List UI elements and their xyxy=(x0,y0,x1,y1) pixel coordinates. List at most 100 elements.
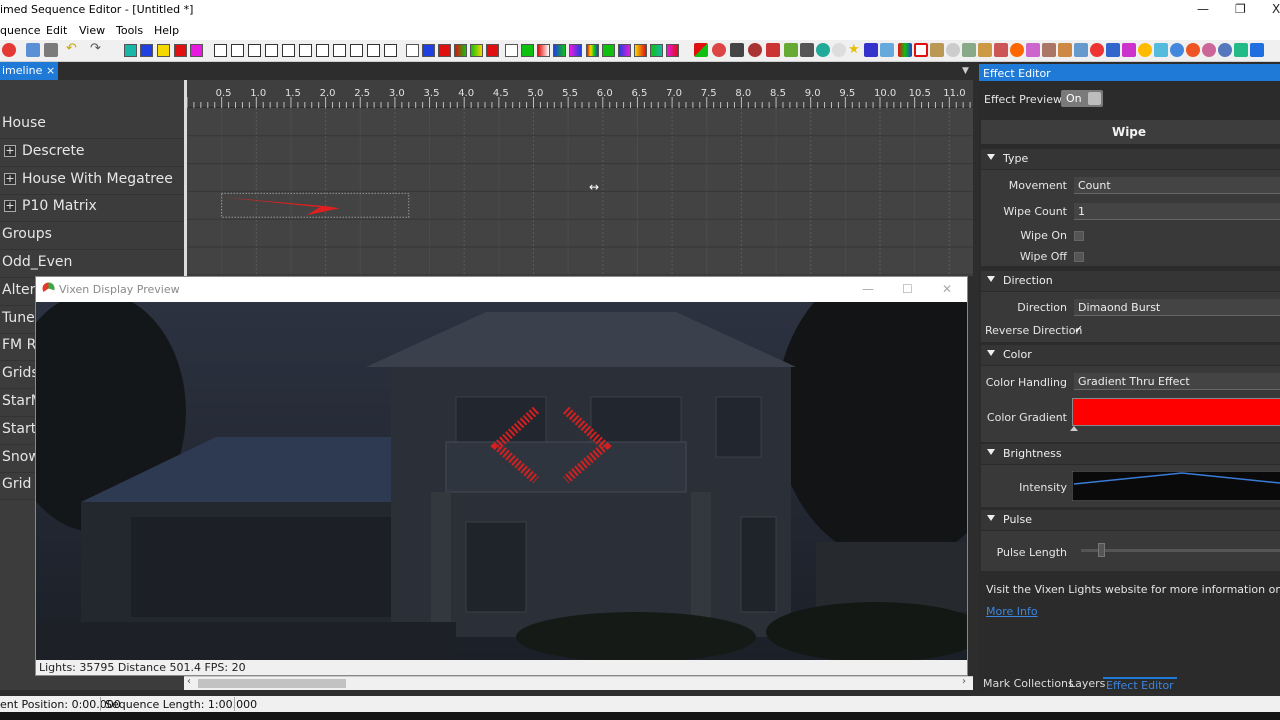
section-direction-header[interactable]: Direction xyxy=(981,271,1280,291)
color-gradient-swatch[interactable] xyxy=(1072,398,1280,426)
effect-icon[interactable] xyxy=(832,43,846,57)
tools-icon[interactable] xyxy=(44,43,58,57)
effect-icon[interactable] xyxy=(712,43,726,57)
gradient-preset-green[interactable] xyxy=(521,44,534,57)
gradient-preset-blue[interactable] xyxy=(422,44,435,57)
color-swatch-yellow[interactable] xyxy=(157,44,170,57)
intensity-curve[interactable] xyxy=(1072,471,1280,501)
preview-title-bar[interactable]: Vixen Display Preview — ☐ ✕ xyxy=(36,277,967,302)
effect-icon[interactable] xyxy=(1026,43,1040,57)
section-pulse-header[interactable]: Pulse xyxy=(981,510,1280,530)
effect-icon[interactable] xyxy=(1122,43,1136,57)
color-swatch-red[interactable] xyxy=(174,44,187,57)
effect-icon[interactable] xyxy=(1170,43,1184,57)
curve-preset-icon[interactable] xyxy=(248,44,261,57)
redo-icon[interactable]: ↷ xyxy=(90,42,104,57)
row-label[interactable]: Tune xyxy=(2,310,35,326)
expand-plus-icon[interactable]: + xyxy=(4,144,16,157)
gradient-preset-red2[interactable] xyxy=(486,44,499,57)
menu-sequence[interactable]: quence xyxy=(0,24,41,37)
row-label[interactable]: Grids xyxy=(2,365,39,381)
scroll-thumb[interactable] xyxy=(198,679,346,688)
gradient-preset-red[interactable] xyxy=(438,44,451,57)
effect-icon[interactable] xyxy=(1138,43,1152,57)
gradient-preset-greenteal[interactable] xyxy=(650,44,663,57)
gradient-preset-rainbow[interactable] xyxy=(586,44,599,57)
menu-help[interactable]: Help xyxy=(154,24,179,37)
wipe-on-checkbox[interactable] xyxy=(1074,231,1084,241)
effect-icon[interactable] xyxy=(730,43,744,57)
row-label[interactable]: Grid xyxy=(2,476,31,492)
expand-plus-icon[interactable]: + xyxy=(4,200,16,213)
curve-preset-icon[interactable] xyxy=(214,44,227,57)
color-swatch-blue[interactable] xyxy=(140,44,153,57)
preview-minimize-button[interactable]: — xyxy=(862,282,874,296)
gradient-preset-bluegreen[interactable] xyxy=(553,44,566,57)
tab-close-icon[interactable]: × xyxy=(46,64,55,77)
time-ruler[interactable]: 0.5 1.0 1.5 2.0 2.5 3.0 3.5 4.0 4.5 5.0 5.5 6.0 6.5 7… xyxy=(187,80,973,108)
effect-icon[interactable] xyxy=(1154,43,1168,57)
effect-icon[interactable] xyxy=(978,43,992,57)
curve-preset-icon[interactable] xyxy=(231,44,244,57)
effect-icon[interactable] xyxy=(880,43,894,57)
close-button[interactable]: X xyxy=(1272,2,1280,16)
gradient-preset-magentared[interactable] xyxy=(666,44,679,57)
scroll-right-icon[interactable]: › xyxy=(962,676,966,687)
effect-icon[interactable] xyxy=(784,43,798,57)
chevron-down-icon[interactable]: ▼ xyxy=(962,66,969,76)
row-label[interactable]: P10 Matrix xyxy=(22,198,97,214)
row-label[interactable]: House With Megatree xyxy=(22,171,173,187)
effect-icon[interactable] xyxy=(914,43,928,57)
effect-icon[interactable] xyxy=(1042,43,1056,57)
curve-preset-icon[interactable] xyxy=(367,44,380,57)
preview-close-button[interactable]: ✕ xyxy=(942,282,952,296)
pulse-length-slider-thumb[interactable] xyxy=(1098,543,1105,557)
gradient-preset-redwhite[interactable] xyxy=(537,44,550,57)
effect-icon[interactable] xyxy=(898,43,912,57)
curve-preset-icon[interactable] xyxy=(333,44,346,57)
curve-preset-icon[interactable] xyxy=(299,44,312,57)
effect-icon[interactable] xyxy=(994,43,1008,57)
row-label[interactable]: Descrete xyxy=(22,143,85,159)
scroll-left-icon[interactable]: ‹ xyxy=(187,676,191,687)
gradient-preset-redgreen[interactable] xyxy=(454,44,467,57)
preview-canvas[interactable] xyxy=(36,302,967,660)
effect-icon[interactable] xyxy=(962,43,976,57)
effect-icon[interactable] xyxy=(816,43,830,57)
timeline-horizontal-scrollbar[interactable]: ‹ › xyxy=(184,676,973,690)
more-info-link[interactable]: More Info xyxy=(986,605,1038,618)
minimize-button[interactable]: — xyxy=(1197,2,1209,16)
effect-icon[interactable] xyxy=(1010,43,1024,57)
tab-mark-collections[interactable]: Mark Collections xyxy=(983,677,1074,690)
effect-preview-toggle[interactable]: On xyxy=(1061,90,1103,107)
gradient-preset-white[interactable] xyxy=(406,44,419,57)
effect-icon[interactable] xyxy=(1058,43,1072,57)
undo-icon[interactable]: ↶ xyxy=(66,42,80,57)
effect-icon[interactable] xyxy=(946,43,960,57)
section-type-header[interactable]: Type xyxy=(981,149,1280,169)
effect-icon[interactable] xyxy=(1090,43,1104,57)
tab-effect-editor[interactable]: Effect Editor xyxy=(1103,677,1177,692)
row-label[interactable]: House xyxy=(2,115,46,131)
display-preview-window[interactable]: Vixen Display Preview — ☐ ✕ Lights: 3579… xyxy=(35,276,968,676)
effect-icon[interactable] xyxy=(1234,43,1248,57)
direction-select[interactable]: Dimaond Burst xyxy=(1074,299,1280,316)
effect-icon[interactable] xyxy=(694,43,708,57)
effect-icon[interactable] xyxy=(1186,43,1200,57)
menu-view[interactable]: View xyxy=(79,24,105,37)
reverse-direction-checkbox[interactable]: ✓ xyxy=(1074,323,1083,336)
row-label[interactable]: Odd_Even xyxy=(2,254,72,270)
tab-layers[interactable]: Layers xyxy=(1069,677,1105,690)
effect-icon[interactable] xyxy=(748,43,762,57)
section-color-header[interactable]: Color xyxy=(981,345,1280,365)
menu-tools[interactable]: Tools xyxy=(116,24,143,37)
curve-preset-icon[interactable] xyxy=(384,44,397,57)
gradient-preset-bluepurple[interactable] xyxy=(618,44,631,57)
effect-icon[interactable] xyxy=(1202,43,1216,57)
effect-icon[interactable] xyxy=(1074,43,1088,57)
effect-icon[interactable] xyxy=(864,43,878,57)
effect-icon[interactable] xyxy=(800,43,814,57)
gradient-preset-yellowred[interactable] xyxy=(634,44,647,57)
effect-icon[interactable] xyxy=(1250,43,1264,57)
curve-preset-icon[interactable] xyxy=(350,44,363,57)
